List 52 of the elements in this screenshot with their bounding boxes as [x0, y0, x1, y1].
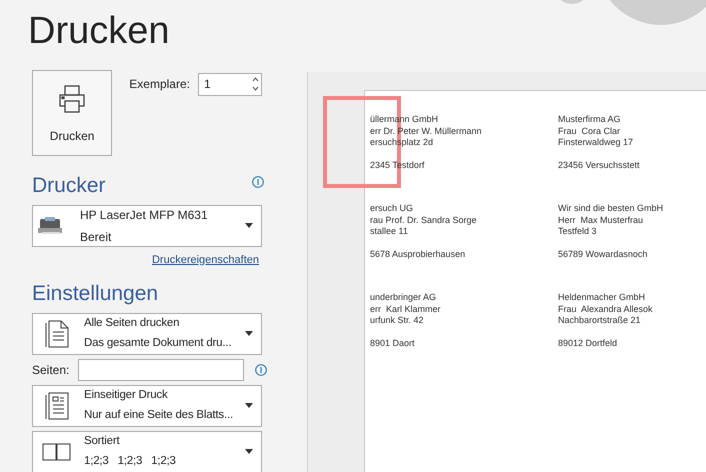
- copies-label: Exemplare:: [129, 76, 190, 93]
- dropdown-caret-icon: [245, 403, 253, 408]
- pages-label: Seiten:: [32, 362, 70, 378]
- info-icon[interactable]: [252, 176, 264, 188]
- address-line: Musterfirma AG: [558, 114, 622, 126]
- printer-status: Bereit: [80, 228, 112, 246]
- settings-dropdown[interactable]: Einseitiger Druck Nur auf eine Seite des Blatts...: [32, 384, 262, 426]
- two-pages-icon: [42, 442, 72, 462]
- settings-dropdown[interactable]: Alle Seiten drucken Das gesamte Dokument dru...: [32, 312, 262, 354]
- address-line: rau Prof. Dr. Sandra Sorge: [370, 214, 478, 226]
- printer-icon: [37, 216, 65, 236]
- address-line: err Karl Klammer: [370, 304, 442, 315]
- pages-input-field[interactable]: [78, 358, 244, 380]
- address-line: Wir sind die besten GmbH: [558, 203, 664, 214]
- section-heading: Drucker: [32, 173, 106, 199]
- address-line: 23456 Versuchsstett: [558, 160, 641, 171]
- address-line: Herr Max Musterfrau: [558, 214, 644, 226]
- address-line: stallee 11: [370, 226, 409, 238]
- address-line: Nachbarortstraße 21: [558, 315, 642, 326]
- printer-dropdown[interactable]: HP LaserJet MFP M631 Bereit: [32, 204, 262, 246]
- address-line: Frau Alexandra Allesok: [558, 304, 654, 315]
- address-line: urfunk Str. 42: [370, 315, 425, 326]
- address-line: Frau Cora Clar: [558, 126, 622, 137]
- info-icon[interactable]: [255, 364, 267, 376]
- option-description: Nur auf eine Seite des Blatts...: [84, 408, 234, 423]
- copies-spinner[interactable]: 1: [198, 72, 262, 96]
- page-title: Drucken: [28, 9, 170, 54]
- option-title: Sortiert: [84, 434, 121, 449]
- print-button[interactable]: Drucken: [32, 70, 112, 156]
- spin-arrows-icon: [252, 76, 259, 92]
- section-heading: Einstellungen: [32, 281, 160, 307]
- dropdown-caret-icon: [245, 331, 253, 336]
- settings-dropdown[interactable]: Sortiert 1;2;3 1;2;3 1;2;3: [32, 430, 262, 472]
- dropdown-caret-icon: [245, 449, 253, 454]
- address-line: 8901 Daort: [370, 338, 416, 349]
- dropdown-caret-icon: [245, 223, 253, 228]
- address-line: Finsterwaldweg 17: [558, 137, 634, 148]
- document-lines-icon: [43, 390, 71, 420]
- address-line: 89012 Dortfeld: [558, 338, 618, 349]
- option-description: Das gesamte Dokument dru...: [84, 336, 232, 351]
- address-line: 56789 Wowardasnoch: [558, 248, 648, 260]
- address-line: Heldenmacher GmbH: [558, 292, 646, 304]
- address-line: ersuch UG: [370, 203, 414, 214]
- option-title: Alle Seiten drucken: [84, 316, 180, 331]
- document-pages-icon: [43, 318, 71, 348]
- printer-name: HP LaserJet MFP M631: [80, 206, 209, 224]
- printer-properties-link[interactable]: Druckereigenschaften: [152, 252, 259, 268]
- option-title: Einseitiger Druck: [84, 388, 169, 403]
- address-line: Testfeld 3: [558, 226, 598, 238]
- address-line: 5678 Ausprobierhausen: [370, 248, 466, 260]
- option-description: 1;2;3 1;2;3 1;2;3: [84, 454, 177, 469]
- address-line: underbringer AG: [370, 292, 438, 304]
